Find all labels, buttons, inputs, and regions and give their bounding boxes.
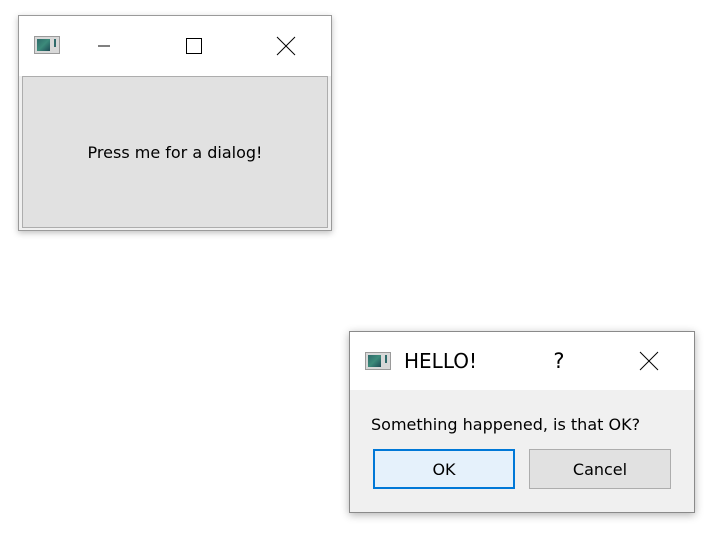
- main-window-client: Press me for a dialog!: [21, 76, 329, 228]
- ok-label: OK: [432, 459, 456, 479]
- help-button[interactable]: ?: [536, 332, 582, 390]
- app-icon: [34, 36, 60, 54]
- close-icon: [639, 351, 659, 371]
- minimize-icon: [98, 45, 110, 47]
- ok-button[interactable]: OK: [373, 449, 515, 489]
- close-icon: [276, 36, 296, 56]
- dialog-close-button[interactable]: [626, 332, 672, 390]
- minimize-button[interactable]: [81, 16, 127, 76]
- press-me-label: Press me for a dialog!: [87, 142, 263, 162]
- dialog-title: HELLO!: [404, 349, 478, 373]
- maximize-button[interactable]: [171, 16, 217, 76]
- close-button[interactable]: [263, 16, 309, 76]
- dialog-message: Something happened, is that OK?: [371, 415, 641, 434]
- cancel-label: Cancel: [572, 459, 628, 479]
- dialog-window: HELLO! ? Something happened, is that OK?…: [349, 331, 695, 513]
- maximize-icon: [186, 38, 202, 54]
- main-window-titlebar[interactable]: [19, 16, 331, 76]
- dialog-titlebar[interactable]: HELLO! ?: [350, 332, 694, 390]
- app-icon: [365, 352, 391, 370]
- main-window: Press me for a dialog!: [18, 15, 332, 231]
- press-me-button[interactable]: Press me for a dialog!: [22, 76, 328, 228]
- cancel-button[interactable]: Cancel: [529, 449, 671, 489]
